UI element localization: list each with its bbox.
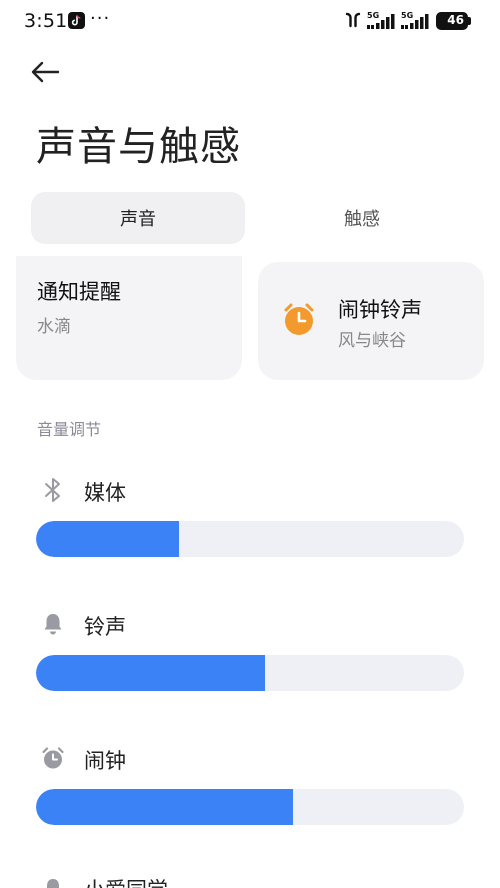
volume-section-label: 音量调节 <box>37 420 102 439</box>
page-title: 声音与触感 <box>36 124 241 170</box>
volume-row-media: 媒体 <box>0 477 500 577</box>
battery-level: 46 <box>447 13 464 27</box>
volume-row-ringtone: 铃声 <box>0 611 500 711</box>
notification-sound-card[interactable]: 通知提醒 水滴 <box>16 256 242 380</box>
volume-label-assistant: 小爱同学 <box>84 874 168 888</box>
bell-icon <box>40 611 66 637</box>
volume-label-alarm: 闹钟 <box>84 749 126 773</box>
notification-card-value: 水滴 <box>37 317 71 337</box>
earbuds-icon <box>343 12 363 32</box>
battery-icon: 46 <box>436 12 468 30</box>
media-volume-fill <box>36 521 180 557</box>
alarm-card-title: 闹钟铃声 <box>338 298 422 322</box>
volume-row-alarm: 闹钟 <box>0 745 500 845</box>
ringtone-volume-slider[interactable] <box>36 655 464 691</box>
volume-row-assistant: 小爱同学 <box>0 874 500 888</box>
sound-settings-screen: 3:51 ··· 5G 5G 46 声音与触感 声音 触感 通知提醒 水滴 闹钟… <box>0 0 500 888</box>
alarm-clock-icon <box>282 302 316 336</box>
battery-cap <box>468 17 471 25</box>
tab-haptics[interactable]: 触感 <box>255 192 469 244</box>
signal-strength-1-icon <box>366 12 396 34</box>
signal-strength-2-icon <box>400 12 430 34</box>
alarm-volume-slider[interactable] <box>36 789 464 825</box>
more-notifications-icon: ··· <box>90 8 111 29</box>
alarm-ringtone-card[interactable]: 闹钟铃声 风与峡谷 <box>258 262 484 380</box>
ringtone-volume-fill <box>36 655 265 691</box>
assistant-icon <box>40 874 66 888</box>
tab-sound[interactable]: 声音 <box>31 192 245 244</box>
tiktok-notification-icon <box>68 12 85 29</box>
status-bar: 3:51 ··· 5G 5G 46 <box>0 0 500 44</box>
notification-card-title: 通知提醒 <box>37 280 121 304</box>
volume-label-ringtone: 铃声 <box>84 615 126 639</box>
alarm-card-value: 风与峡谷 <box>338 331 406 351</box>
volume-label-media: 媒体 <box>84 481 126 505</box>
back-arrow-icon <box>31 61 60 83</box>
alarm-clock-icon <box>40 745 66 771</box>
media-volume-slider[interactable] <box>36 521 464 557</box>
alarm-volume-fill <box>36 789 293 825</box>
bluetooth-icon <box>40 477 66 503</box>
status-time: 3:51 <box>24 10 68 32</box>
back-button[interactable] <box>30 54 74 90</box>
